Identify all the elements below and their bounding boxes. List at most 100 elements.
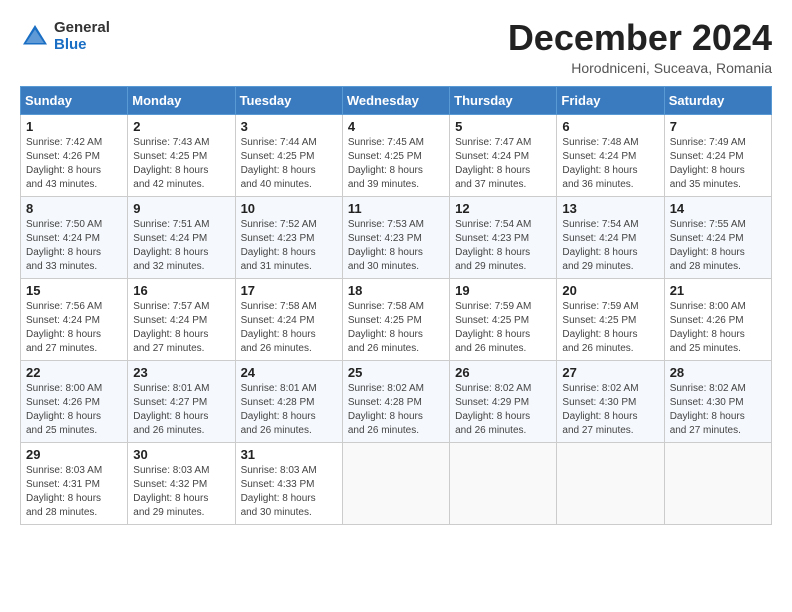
day-info: Sunrise: 8:02 AM Sunset: 4:30 PM Dayligh…	[670, 382, 766, 438]
day-info: Sunrise: 7:55 AM Sunset: 4:24 PM Dayligh…	[670, 218, 766, 274]
day-info: Sunrise: 7:51 AM Sunset: 4:24 PM Dayligh…	[133, 218, 229, 274]
calendar-cell: 26 Sunrise: 8:02 AM Sunset: 4:29 PM Dayli…	[450, 361, 557, 443]
header-tuesday: Tuesday	[235, 87, 342, 115]
calendar-week-1: 1 Sunrise: 7:42 AM Sunset: 4:26 PM Daylig…	[21, 115, 772, 197]
day-number: 12	[455, 201, 551, 216]
day-info: Sunrise: 7:56 AM Sunset: 4:24 PM Dayligh…	[26, 300, 122, 356]
logo-icon	[20, 22, 50, 52]
calendar-cell	[664, 443, 771, 525]
logo: General Blue	[20, 20, 110, 53]
calendar-cell: 17Sunrise: 7:58 AM Sunset: 4:24 PM Dayli…	[235, 279, 342, 361]
calendar-week-4: 22 Sunrise: 8:00 AM Sunset: 4:26 PM Dayli…	[21, 361, 772, 443]
day-number: 19	[455, 283, 551, 298]
calendar-cell: 8 Sunrise: 7:50 AM Sunset: 4:24 PM Daylig…	[21, 197, 128, 279]
day-number: 22	[26, 365, 122, 380]
calendar-cell: 24 Sunrise: 8:01 AM Sunset: 4:28 PM Dayli…	[235, 361, 342, 443]
calendar-cell: 14Sunrise: 7:55 AM Sunset: 4:24 PM Dayli…	[664, 197, 771, 279]
day-info: Sunrise: 8:00 AM Sunset: 4:26 PM Dayligh…	[26, 382, 122, 438]
day-info: Sunrise: 8:00 AM Sunset: 4:26 PM Dayligh…	[670, 300, 766, 356]
day-number: 28	[670, 365, 766, 380]
day-info: Sunrise: 8:03 AM Sunset: 4:32 PM Dayligh…	[133, 464, 229, 520]
day-number: 30	[133, 447, 229, 462]
calendar-cell: 11 Sunrise: 7:53 AM Sunset: 4:23 PM Dayli…	[342, 197, 449, 279]
calendar-week-3: 15 Sunrise: 7:56 AM Sunset: 4:24 PM Dayli…	[21, 279, 772, 361]
day-info: Sunrise: 7:49 AM Sunset: 4:24 PM Dayligh…	[670, 136, 766, 192]
calendar-cell: 3Sunrise: 7:44 AM Sunset: 4:25 PM Daylig…	[235, 115, 342, 197]
header-sunday: Sunday	[21, 87, 128, 115]
calendar-header-row: SundayMondayTuesdayWednesdayThursdayFrid…	[21, 87, 772, 115]
calendar-cell: 4Sunrise: 7:45 AM Sunset: 4:25 PM Daylig…	[342, 115, 449, 197]
day-number: 20	[562, 283, 658, 298]
day-info: Sunrise: 7:50 AM Sunset: 4:24 PM Dayligh…	[26, 218, 122, 274]
day-number: 6	[562, 119, 658, 134]
day-number: 8	[26, 201, 122, 216]
day-info: Sunrise: 7:53 AM Sunset: 4:23 PM Dayligh…	[348, 218, 444, 274]
calendar-cell	[342, 443, 449, 525]
calendar-cell: 31Sunrise: 8:03 AM Sunset: 4:33 PM Dayli…	[235, 443, 342, 525]
calendar-cell: 29 Sunrise: 8:03 AM Sunset: 4:31 PM Dayli…	[21, 443, 128, 525]
day-info: Sunrise: 8:03 AM Sunset: 4:31 PM Dayligh…	[26, 464, 122, 520]
calendar-cell: 2 Sunrise: 7:43 AM Sunset: 4:25 PM Daylig…	[128, 115, 235, 197]
day-number: 1	[26, 119, 122, 134]
day-info: Sunrise: 8:02 AM Sunset: 4:30 PM Dayligh…	[562, 382, 658, 438]
calendar-cell: 30 Sunrise: 8:03 AM Sunset: 4:32 PM Dayli…	[128, 443, 235, 525]
calendar-cell: 15 Sunrise: 7:56 AM Sunset: 4:24 PM Dayli…	[21, 279, 128, 361]
calendar-cell: 6 Sunrise: 7:48 AM Sunset: 4:24 PM Daylig…	[557, 115, 664, 197]
day-number: 27	[562, 365, 658, 380]
calendar-cell: 10 Sunrise: 7:52 AM Sunset: 4:23 PM Dayli…	[235, 197, 342, 279]
day-number: 26	[455, 365, 551, 380]
day-number: 9	[133, 201, 229, 216]
calendar-cell: 13Sunrise: 7:54 AM Sunset: 4:24 PM Dayli…	[557, 197, 664, 279]
day-info: Sunrise: 8:01 AM Sunset: 4:28 PM Dayligh…	[241, 382, 337, 438]
calendar-cell: 5 Sunrise: 7:47 AM Sunset: 4:24 PM Daylig…	[450, 115, 557, 197]
day-number: 13	[562, 201, 658, 216]
day-number: 17	[241, 283, 337, 298]
day-info: Sunrise: 8:03 AM Sunset: 4:33 PM Dayligh…	[241, 464, 337, 520]
header-monday: Monday	[128, 87, 235, 115]
day-number: 23	[133, 365, 229, 380]
calendar-cell: 21 Sunrise: 8:00 AM Sunset: 4:26 PM Dayli…	[664, 279, 771, 361]
day-info: Sunrise: 7:48 AM Sunset: 4:24 PM Dayligh…	[562, 136, 658, 192]
day-info: Sunrise: 7:58 AM Sunset: 4:25 PM Dayligh…	[348, 300, 444, 356]
calendar-cell: 22 Sunrise: 8:00 AM Sunset: 4:26 PM Dayli…	[21, 361, 128, 443]
calendar-week-2: 8 Sunrise: 7:50 AM Sunset: 4:24 PM Daylig…	[21, 197, 772, 279]
day-number: 21	[670, 283, 766, 298]
calendar-cell: 28 Sunrise: 8:02 AM Sunset: 4:30 PM Dayli…	[664, 361, 771, 443]
day-number: 7	[670, 119, 766, 134]
header-saturday: Saturday	[664, 87, 771, 115]
day-number: 2	[133, 119, 229, 134]
header-wednesday: Wednesday	[342, 87, 449, 115]
day-info: Sunrise: 8:01 AM Sunset: 4:27 PM Dayligh…	[133, 382, 229, 438]
day-info: Sunrise: 7:57 AM Sunset: 4:24 PM Dayligh…	[133, 300, 229, 356]
day-info: Sunrise: 7:59 AM Sunset: 4:25 PM Dayligh…	[455, 300, 551, 356]
day-info: Sunrise: 7:44 AM Sunset: 4:25 PM Dayligh…	[241, 136, 337, 192]
calendar-cell: 16Sunrise: 7:57 AM Sunset: 4:24 PM Dayli…	[128, 279, 235, 361]
header: General Blue December 2024 Horodniceni, …	[20, 20, 772, 76]
month-title: December 2024	[508, 20, 772, 56]
day-info: Sunrise: 8:02 AM Sunset: 4:29 PM Dayligh…	[455, 382, 551, 438]
day-number: 15	[26, 283, 122, 298]
day-number: 29	[26, 447, 122, 462]
logo-blue-text: Blue	[54, 37, 110, 54]
calendar-cell: 1 Sunrise: 7:42 AM Sunset: 4:26 PM Daylig…	[21, 115, 128, 197]
calendar-cell: 9 Sunrise: 7:51 AM Sunset: 4:24 PM Daylig…	[128, 197, 235, 279]
header-thursday: Thursday	[450, 87, 557, 115]
calendar-cell: 7 Sunrise: 7:49 AM Sunset: 4:24 PM Daylig…	[664, 115, 771, 197]
calendar-cell: 18Sunrise: 7:58 AM Sunset: 4:25 PM Dayli…	[342, 279, 449, 361]
calendar-week-5: 29 Sunrise: 8:03 AM Sunset: 4:31 PM Dayli…	[21, 443, 772, 525]
day-info: Sunrise: 7:54 AM Sunset: 4:23 PM Dayligh…	[455, 218, 551, 274]
day-number: 4	[348, 119, 444, 134]
day-info: Sunrise: 7:52 AM Sunset: 4:23 PM Dayligh…	[241, 218, 337, 274]
day-number: 11	[348, 201, 444, 216]
day-info: Sunrise: 7:43 AM Sunset: 4:25 PM Dayligh…	[133, 136, 229, 192]
day-number: 24	[241, 365, 337, 380]
day-number: 5	[455, 119, 551, 134]
day-number: 10	[241, 201, 337, 216]
day-info: Sunrise: 7:59 AM Sunset: 4:25 PM Dayligh…	[562, 300, 658, 356]
calendar-table: SundayMondayTuesdayWednesdayThursdayFrid…	[20, 86, 772, 525]
day-info: Sunrise: 7:42 AM Sunset: 4:26 PM Dayligh…	[26, 136, 122, 192]
day-info: Sunrise: 7:47 AM Sunset: 4:24 PM Dayligh…	[455, 136, 551, 192]
location-subtitle: Horodniceni, Suceava, Romania	[508, 60, 772, 76]
calendar-cell	[450, 443, 557, 525]
calendar-cell: 25Sunrise: 8:02 AM Sunset: 4:28 PM Dayli…	[342, 361, 449, 443]
